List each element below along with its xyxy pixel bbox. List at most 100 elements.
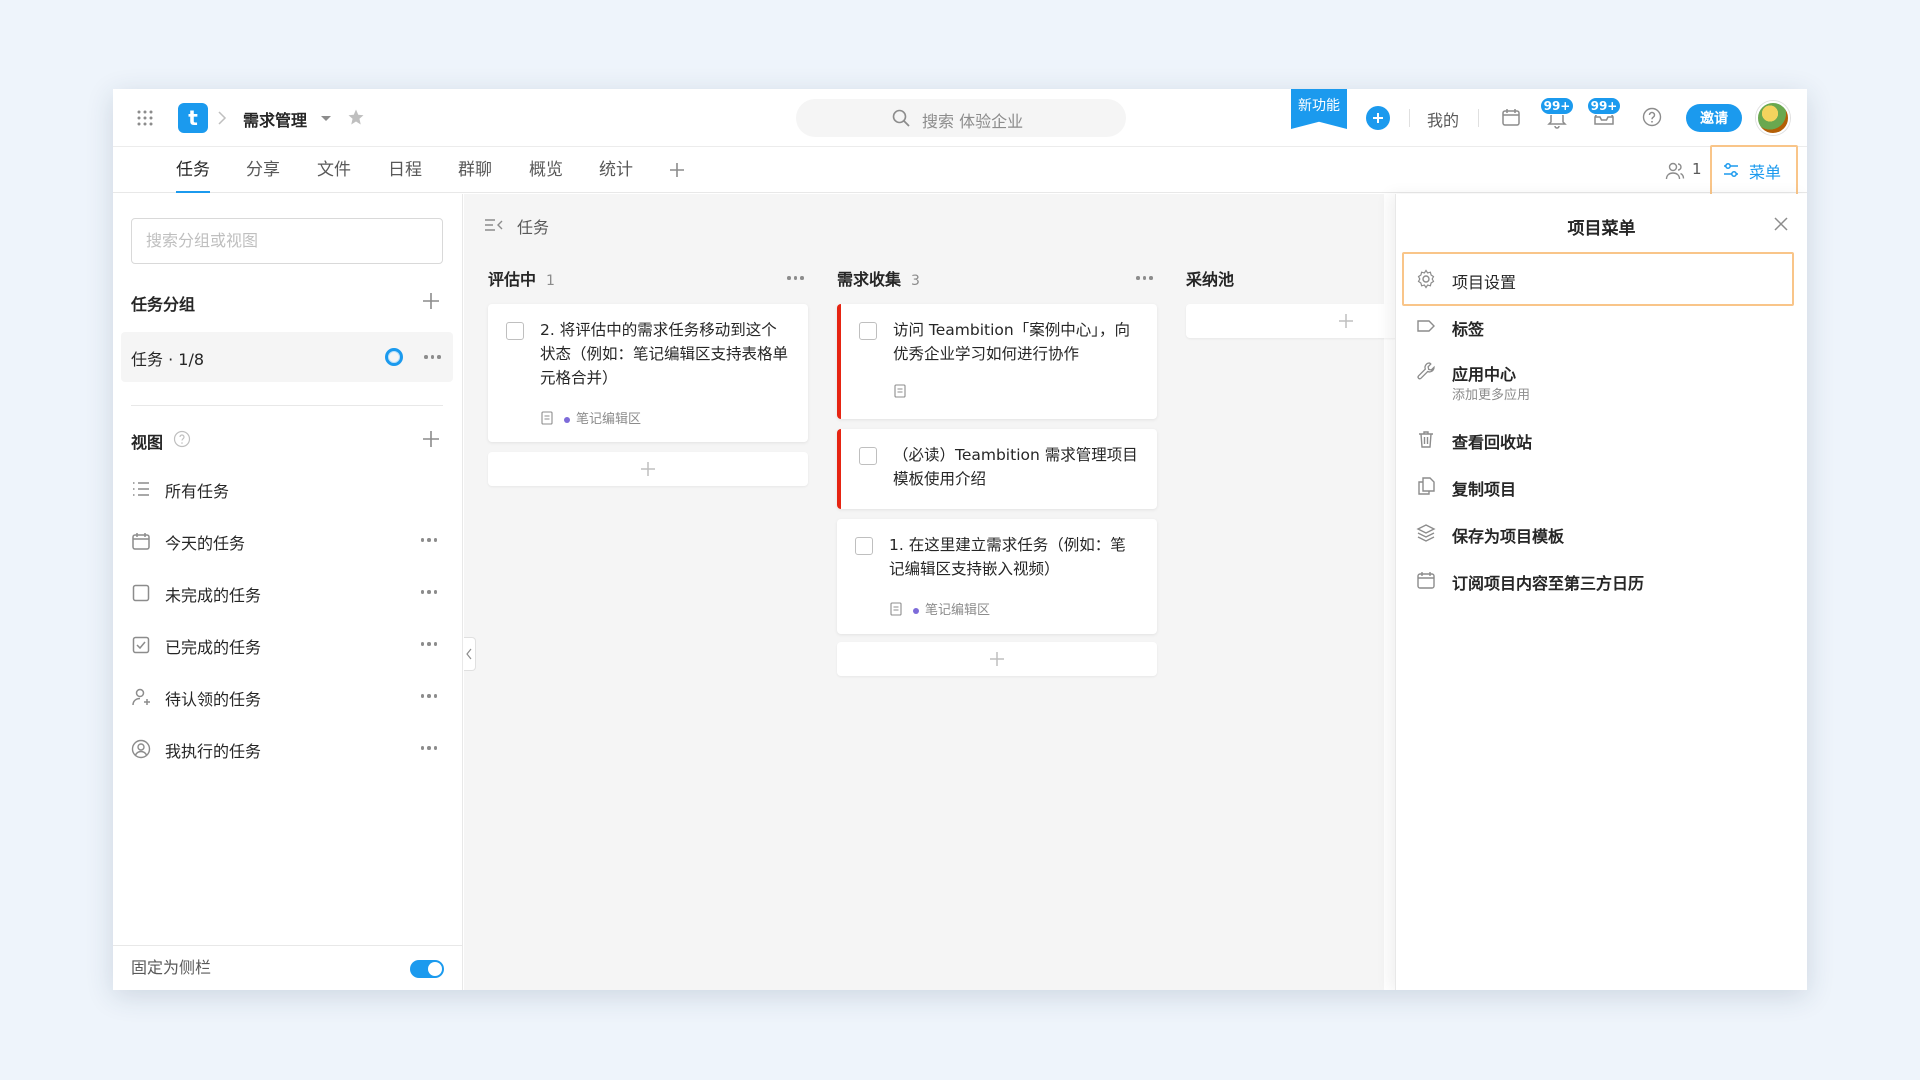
close-icon[interactable] [1773,216,1789,232]
task-tag[interactable]: 笔记编辑区 [564,408,641,427]
view-my-tasks[interactable]: 我执行的任务 [131,734,443,764]
global-search[interactable]: 搜索 体验企业 [796,99,1126,137]
tab-group-chat[interactable]: 群聊 [458,147,492,193]
tag-color-dot [913,608,919,614]
new-feature-label: 新功能 [1298,98,1340,114]
plus-icon [1373,113,1383,123]
add-tab-icon[interactable] [668,161,686,179]
collapse-sidebar-icon[interactable] [484,217,504,233]
column-count: 3 [911,273,920,289]
member-count[interactable]: 1 [1692,160,1702,178]
view-more-icon[interactable] [420,590,437,594]
menu-item-save-template[interactable]: 保存为项目模板 [1406,513,1797,553]
view-all-tasks[interactable]: 所有任务 [131,474,443,504]
task-checkbox[interactable] [859,447,877,465]
view-label: 未完成的任务 [165,586,262,605]
task-card[interactable]: （必读）Teambition 需求管理项目模板使用介绍 [837,429,1157,509]
layers-icon [1416,523,1436,543]
menu-item-tags[interactable]: 标签 [1406,306,1797,346]
menu-item-subscribe-calendar[interactable]: 订阅项目内容至第三方日历 [1406,560,1797,600]
user-circle-icon [131,739,151,759]
calendar-icon[interactable] [1501,107,1521,127]
add-task-button[interactable] [488,452,808,486]
pin-sidebar-toggle[interactable] [410,960,444,978]
tab-schedule[interactable]: 日程 [388,147,422,193]
app-window: t 需求管理 搜索 体验企业 新功能 我的 99+ 99+ 邀请 任务 分享 文… [113,89,1807,990]
view-more-icon[interactable] [420,538,437,542]
project-menu-panel: 项目菜单 项目设置 标签 应用中心 添加更多应用 查看回收站 复制项目 保存为项… [1395,194,1807,990]
task-title: 1. 在这里建立需求任务（例如：笔记编辑区支持嵌入视频） [889,536,1126,578]
task-checkbox[interactable] [859,322,877,340]
task-checkbox[interactable] [855,537,873,555]
trash-icon [1416,429,1436,449]
top-bar: t 需求管理 搜索 体验企业 新功能 我的 99+ 99+ 邀请 [113,89,1807,147]
teambition-logo[interactable]: t [178,103,208,133]
user-icon [131,687,151,707]
plus-icon [641,462,655,476]
column-header: 采纳池 [1186,266,1234,290]
task-card[interactable]: 访问 Teambition「案例中心」，向优秀企业学习如何进行协作 [837,304,1157,419]
progress-ring-icon [385,348,403,366]
divider [1478,109,1479,127]
view-more-icon[interactable] [420,642,437,646]
task-group-item[interactable]: 任务 · 1/8 [121,332,453,382]
group-more-icon[interactable] [424,355,441,359]
view-more-icon[interactable] [420,746,437,750]
members-icon[interactable] [1665,161,1685,181]
menu-item-app-center[interactable]: 应用中心 添加更多应用 [1406,351,1797,406]
add-view-icon[interactable] [421,429,441,449]
view-incomplete-tasks[interactable]: 未完成的任务 [131,578,443,608]
tab-overview[interactable]: 概览 [529,147,563,193]
project-name[interactable]: 需求管理 [243,107,307,131]
add-group-icon[interactable] [421,291,441,311]
menu-button[interactable]: 菜单 [1722,159,1792,182]
task-meta [893,384,907,398]
pin-sidebar-label: 固定为侧栏 [131,958,212,977]
star-icon[interactable] [347,108,365,126]
add-task-button[interactable] [837,642,1157,676]
group-search-input[interactable]: 搜索分组或视图 [131,218,443,264]
toggle-knob [428,962,442,976]
apps-grid-icon[interactable] [137,110,153,126]
tab-files[interactable]: 文件 [317,147,351,193]
view-completed-tasks[interactable]: 已完成的任务 [131,630,443,660]
task-checkbox[interactable] [506,322,524,340]
list-icon [131,479,151,499]
menu-item-recycle-bin[interactable]: 查看回收站 [1406,419,1797,459]
sidebar: 搜索分组或视图 任务分组 任务 · 1/8 视图 所有任务 今天的任务 未完成的… [113,194,463,990]
menu-item-sublabel: 添加更多应用 [1452,388,1531,403]
tab-tasks[interactable]: 任务 [176,147,210,193]
task-meta: 笔记编辑区 [889,599,990,618]
help-icon[interactable] [1642,107,1662,127]
new-feature-badge[interactable]: 新功能 [1291,89,1347,129]
sidebar-toggle-handle[interactable] [464,637,476,671]
tab-share[interactable]: 分享 [246,147,280,193]
menu-item-label: 项目设置 [1452,273,1517,292]
column-header: 评估中 1 [488,266,555,290]
menu-item-label: 应用中心 [1452,365,1517,384]
tab-statistics[interactable]: 统计 [599,147,633,193]
task-card[interactable]: 1. 在这里建立需求任务（例如：笔记编辑区支持嵌入视频） 笔记编辑区 [837,519,1157,634]
menu-item-project-settings[interactable]: 项目设置 [1406,259,1797,299]
task-tag[interactable]: 笔记编辑区 [913,599,990,618]
mine-link[interactable]: 我的 [1427,107,1459,131]
quick-add-button[interactable] [1366,106,1390,130]
avatar[interactable] [1756,101,1790,135]
project-dropdown-icon[interactable] [320,115,332,123]
views-help-icon[interactable] [173,430,191,448]
view-more-icon[interactable] [420,694,437,698]
search-icon [892,109,910,127]
column-header: 需求收集 3 [837,266,920,290]
menu-item-copy-project[interactable]: 复制项目 [1406,466,1797,506]
view-unclaimed-tasks[interactable]: 待认领的任务 [131,682,443,712]
invite-button[interactable]: 邀请 [1686,104,1742,132]
task-groups-title: 任务分组 [131,295,196,314]
column-more-icon[interactable] [1136,276,1153,280]
task-card[interactable]: 2. 将评估中的需求任务移动到这个状态（例如：笔记编辑区支持表格单元格合并） 笔… [488,304,808,442]
tag-label: 笔记编辑区 [576,412,642,427]
column-title: 评估中 [488,270,537,289]
tag-icon [1416,316,1436,336]
task-title: 2. 将评估中的需求任务移动到这个状态（例如：笔记编辑区支持表格单元格合并） [540,321,789,387]
view-today-tasks[interactable]: 今天的任务 [131,526,443,556]
column-more-icon[interactable] [787,276,804,280]
